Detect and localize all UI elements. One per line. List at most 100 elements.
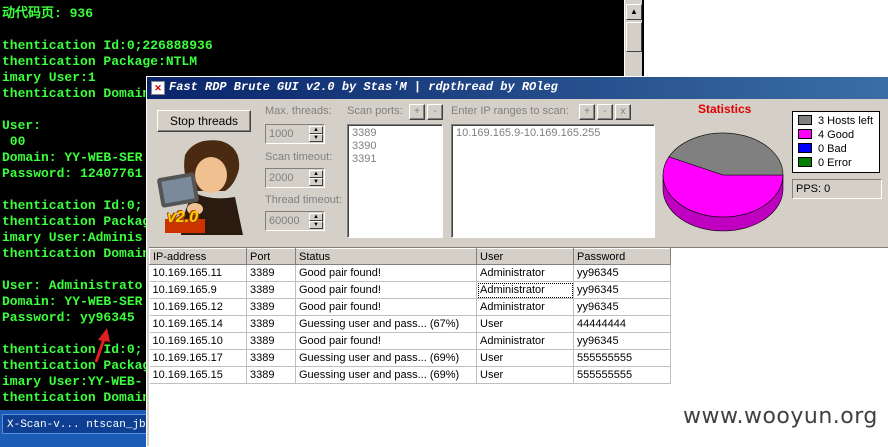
spin-up-icon[interactable]: ▲ — [309, 213, 323, 221]
table-row[interactable]: 10.169.165.9 3389 Good pair found! Administ… — [149, 281, 671, 299]
column-header-port[interactable]: Port — [246, 248, 296, 265]
pps-counter: PPS: 0 — [792, 179, 882, 199]
column-header-password[interactable]: Password — [573, 248, 671, 265]
statistics-pie-chart — [662, 132, 784, 232]
table-row[interactable]: 10.169.165.17 3389 Guessing user and pass.… — [149, 349, 671, 367]
table-row[interactable]: 10.169.165.14 3389 Guessing user and pass.… — [149, 315, 671, 333]
cell-password: 44444444 — [573, 315, 671, 333]
stop-threads-button[interactable]: Stop threads — [157, 110, 251, 132]
scan-timeout-stepper[interactable]: 2000 ▲ ▼ — [265, 168, 325, 188]
legend-swatch — [798, 129, 812, 139]
port-item[interactable]: 3390 — [352, 140, 438, 153]
ip-ranges-list[interactable]: 10.169.165.9-10.169.165.255 — [451, 124, 655, 238]
cell-ip: 10.169.165.10 — [149, 332, 247, 350]
spin-down-icon[interactable]: ▼ — [309, 134, 323, 142]
cell-port: 3389 — [246, 332, 296, 350]
cell-ip: 10.169.165.9 — [149, 281, 247, 299]
red-arrow-icon — [94, 328, 110, 363]
cell-port: 3389 — [246, 366, 296, 384]
column-header-status[interactable]: Status — [295, 248, 477, 265]
cell-user: Administrator — [476, 298, 574, 316]
cell-user: User — [476, 349, 574, 367]
legend-label: 0 Error — [818, 157, 852, 169]
cell-status: Guessing user and pass... (67%) — [295, 315, 477, 333]
remove-port-button[interactable]: - — [427, 104, 443, 120]
cell-ip: 10.169.165.12 — [149, 298, 247, 316]
cell-password: 555555555 — [573, 349, 671, 367]
table-row[interactable]: 10.169.165.11 3389 Good pair found! Adminis… — [149, 264, 671, 282]
legend-swatch — [798, 143, 812, 153]
cell-user: User — [476, 315, 574, 333]
thread-timeout-stepper[interactable]: 60000 ▲ ▼ — [265, 211, 325, 231]
title-bar[interactable]: ✕ Fast RDP Brute GUI v2.0 by Stas'M | rd… — [147, 77, 888, 99]
cell-port: 3389 — [246, 315, 296, 333]
port-item[interactable]: 3391 — [352, 153, 438, 166]
column-header-ip[interactable]: IP-address — [149, 248, 247, 265]
ports-list[interactable]: 3389 3390 3391 — [347, 124, 443, 238]
scan-timeout-label: Scan timeout: — [265, 151, 333, 163]
cell-ip: 10.169.165.15 — [149, 366, 247, 384]
table-header-row: IP-address Port Status User Password — [149, 248, 671, 265]
scan-timeout-value: 2000 — [269, 172, 294, 184]
cell-user: Administrator — [476, 281, 574, 299]
add-range-button[interactable]: + — [579, 104, 595, 120]
cell-port: 3389 — [246, 281, 296, 299]
statistics-title: Statistics — [698, 102, 752, 116]
table-row[interactable]: 10.169.165.15 3389 Guessing user and pass.… — [149, 366, 671, 384]
legend-hosts-left: 3 Hosts left — [798, 115, 873, 129]
cell-status: Guessing user and pass... (69%) — [295, 366, 477, 384]
scroll-up-icon[interactable]: ▲ — [626, 4, 642, 20]
results-table-body: 10.169.165.11 3389 Good pair found! Adminis… — [149, 264, 671, 384]
legend-swatch — [798, 157, 812, 167]
cell-status: Good pair found! — [295, 332, 477, 350]
clear-ranges-button[interactable]: x — [615, 104, 631, 120]
cell-status: Guessing user and pass... (69%) — [295, 349, 477, 367]
spin-down-icon[interactable]: ▼ — [309, 221, 323, 229]
max-threads-label: Max. threads: — [265, 105, 332, 117]
legend-error: 0 Error — [798, 157, 852, 171]
table-row[interactable]: 10.169.165.10 3389 Good pair found! Adminis… — [149, 332, 671, 350]
cell-user: User — [476, 366, 574, 384]
watermark: www.wooyun.org — [683, 404, 878, 429]
legend-bad: 0 Bad — [798, 143, 847, 157]
desktop-background — [644, 0, 888, 80]
port-item[interactable]: 3389 — [352, 127, 438, 140]
spin-up-icon[interactable]: ▲ — [309, 126, 323, 134]
cell-password: yy96345 — [573, 264, 671, 282]
taskbar: X-Scan-v... ntscan_jb51 — [0, 410, 150, 447]
max-threads-stepper[interactable]: 1000 ▲ ▼ — [265, 124, 325, 144]
spin-down-icon[interactable]: ▼ — [309, 178, 323, 186]
app-icon: ✕ — [151, 81, 165, 95]
thread-timeout-value: 60000 — [269, 215, 300, 227]
cell-port: 3389 — [246, 298, 296, 316]
spin-up-icon[interactable]: ▲ — [309, 170, 323, 178]
cell-password: yy96345 — [573, 281, 671, 299]
cell-status: Good pair found! — [295, 298, 477, 316]
cell-password: yy96345 — [573, 298, 671, 316]
cell-port: 3389 — [246, 349, 296, 367]
window-title: Fast RDP Brute GUI v2.0 by Stas'M | rdpt… — [169, 80, 558, 94]
statistics-legend: 3 Hosts left 4 Good 0 Bad 0 Error — [792, 111, 880, 173]
legend-label: 0 Bad — [818, 143, 847, 155]
thread-timeout-label: Thread timeout: — [265, 194, 343, 206]
taskbar-item[interactable]: X-Scan-v... ntscan_jb51 — [2, 414, 148, 434]
cell-status: Good pair found! — [295, 264, 477, 282]
table-row[interactable]: 10.169.165.12 3389 Good pair found! Adminis… — [149, 298, 671, 316]
cell-status: Good pair found! — [295, 281, 477, 299]
scroll-thumb[interactable] — [626, 22, 642, 52]
remove-range-button[interactable]: - — [597, 104, 613, 120]
cell-ip: 10.169.165.11 — [149, 264, 247, 282]
cell-password: yy96345 — [573, 332, 671, 350]
column-header-user[interactable]: User — [476, 248, 574, 265]
ip-range-item[interactable]: 10.169.165.9-10.169.165.255 — [456, 127, 650, 140]
console-line: thentication Package:NTLM — [2, 54, 198, 69]
cell-user: Administrator — [476, 332, 574, 350]
console-line: thentication Id:0;226888936 — [2, 38, 213, 53]
legend-swatch — [798, 115, 812, 125]
legend-good: 4 Good — [798, 129, 854, 143]
console-line: 动代码页: 936 — [2, 6, 94, 21]
cell-port: 3389 — [246, 264, 296, 282]
legend-label: 4 Good — [818, 129, 855, 141]
add-port-button[interactable]: + — [409, 104, 425, 120]
